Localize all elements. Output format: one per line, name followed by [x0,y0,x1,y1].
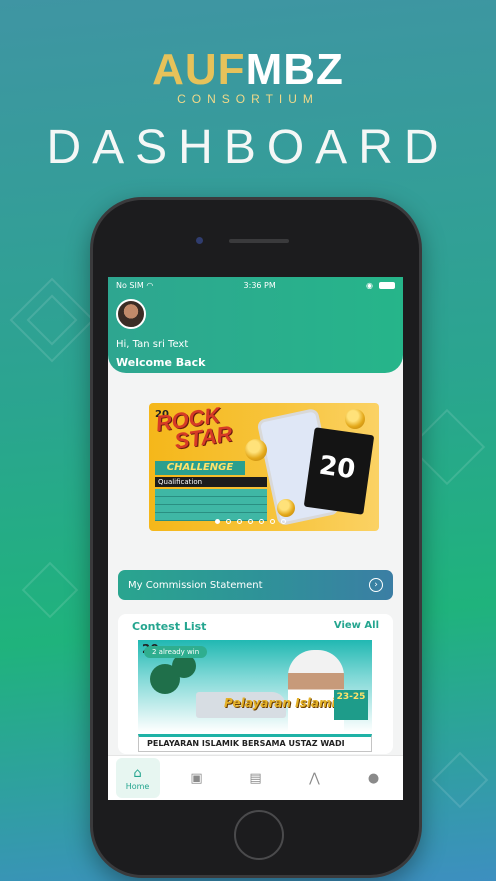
wifi-icon: ◠ [146,280,154,290]
tab-profile[interactable]: ● [352,758,396,798]
status-time: 3:36 PM [243,280,276,290]
carousel-dot[interactable] [281,519,286,524]
location-icon: ◉ [366,280,373,290]
status-right: ◉ [366,281,395,290]
logo-mark: AUFMBZ [0,46,496,94]
coin-image [345,409,365,429]
qualification-table [155,489,267,521]
contest-item-title[interactable]: PELAYARAN ISLAMIK BERSAMA USTAZ WADI [138,734,372,752]
carousel-dot[interactable] [270,519,275,524]
carousel-dot[interactable] [259,519,264,524]
phone-speaker [229,239,289,243]
phone-camera [196,237,203,244]
profile-header: No SIM ◠ 3:36 PM ◉ Hi, Tan sri Text Welc… [108,277,403,373]
tab-home-label: Home [125,781,150,791]
banner-title-line2: STAR [172,420,234,454]
contest-image-title: Pelayaran Islamik [224,696,344,710]
welcome-text: Welcome Back [116,356,206,369]
home-icon: ⌂ [133,765,142,781]
tab-wallet[interactable]: ▤ [234,758,278,798]
battery-icon [378,281,395,289]
commission-statement-button[interactable]: My Commission Statement › [118,570,393,600]
carousel-dot[interactable] [248,519,253,524]
banner-subtitle: CHALLENGE [155,461,245,475]
greeting-text: Hi, Tan sri Text [116,339,189,350]
banner-title: ROCK STAR [154,403,234,454]
status-bar: No SIM ◠ 3:36 PM ◉ [108,277,403,293]
chevron-right-icon[interactable]: › [369,578,383,592]
contest-date-badge: 23-25 [334,690,368,720]
carousel-dot[interactable] [215,519,220,524]
promo-banner[interactable]: 20 ROCK STAR CHALLENGE Qualification 20 [149,403,379,531]
wallet-icon: ▤ [249,770,262,786]
status-carrier: No SIM ◠ [116,280,154,290]
commission-label: My Commission Statement [128,579,263,591]
avatar[interactable] [116,299,146,329]
logo-mark-left: AUF [152,45,246,94]
tab-home[interactable]: ⌂ Home [115,758,160,798]
app-screen: No SIM ◠ 3:36 PM ◉ Hi, Tan sri Text Welc… [108,277,403,800]
carousel-dots[interactable] [215,519,286,524]
brand-logo: AUFMBZ CONSORTIUM [0,46,496,107]
phone-home-button[interactable] [234,810,284,860]
logo-subtitle: CONSORTIUM [177,92,319,106]
tab-scan[interactable]: ▣ [175,758,219,798]
coin-image [277,499,295,517]
carousel-dot[interactable] [226,519,231,524]
carousel-dot[interactable] [237,519,242,524]
contest-list-card: Contest List View All Pelayaran Islamik … [118,614,393,754]
contest-image[interactable]: Pelayaran Islamik 23-25 20 2 already win [138,640,372,732]
background-ornament-bottom-left [21,561,79,619]
view-all-link[interactable]: View All [334,620,379,631]
contest-list-heading: Contest List [132,620,207,633]
bottom-tab-bar: ⌂ Home ▣ ▤ ⋀ ● [108,755,403,800]
tab-network[interactable]: ⋀ [293,758,337,798]
already-win-pill: 2 already win [144,646,208,658]
network-icon: ⋀ [309,770,320,786]
coin-image [245,439,267,461]
banner-qualification: Qualification [155,477,267,487]
scan-icon: ▣ [190,770,203,786]
background-ornament-bottom-right [431,751,489,809]
anniversary-number: 20 [317,450,358,486]
page-headline: DASHBOARD [46,121,450,174]
user-icon: ● [367,770,380,786]
logo-mark-right: MBZ [245,45,344,94]
